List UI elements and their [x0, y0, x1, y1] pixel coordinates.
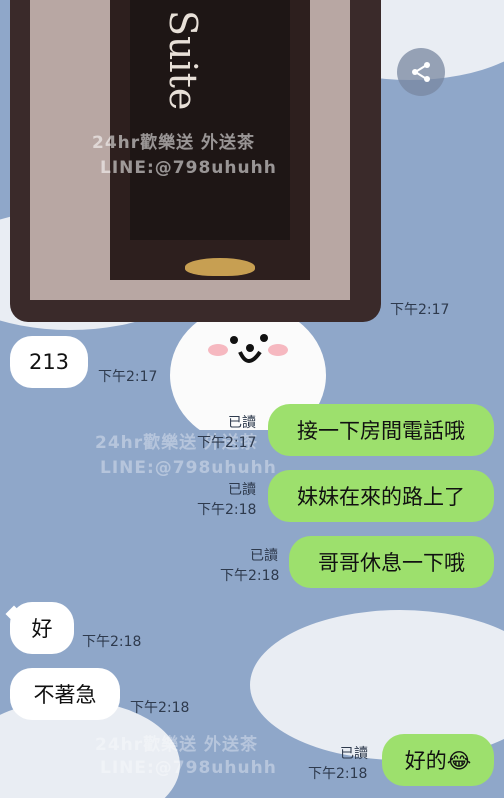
photo-lamp — [185, 258, 255, 276]
incoming-message-bubble[interactable]: 213 — [10, 336, 88, 388]
photo-sign-text: Suite — [161, 10, 205, 111]
message-time: 下午2:17 — [98, 369, 158, 385]
read-receipt: 已讀 — [250, 548, 278, 564]
background-watermark: LINE:@798uhuhh — [100, 758, 277, 778]
message-time: 下午2:18 — [197, 502, 257, 518]
read-receipt: 已讀 — [228, 415, 256, 431]
message-time: 下午2:17 — [390, 302, 450, 318]
message-time: 下午2:18 — [82, 634, 142, 650]
outgoing-message-bubble[interactable]: 妹妹在來的路上了 — [268, 470, 494, 522]
background-watermark: LINE:@798uhuhh — [100, 458, 277, 478]
share-icon — [412, 62, 430, 82]
message-time: 下午2:17 — [197, 435, 257, 451]
message-time: 下午2:18 — [220, 568, 280, 584]
outgoing-message-bubble[interactable]: 接一下房間電話哦 — [268, 404, 494, 456]
incoming-message-bubble[interactable]: 不著急 — [10, 668, 120, 720]
photo-watermark: LINE:@798uhuhh — [100, 158, 277, 178]
image-message[interactable]: Suite 24hr歡樂送 外送茶 LINE:@798uhuhh — [10, 0, 381, 322]
photo-watermark: 24hr歡樂送 外送茶 — [92, 133, 256, 153]
photo-door — [130, 0, 290, 240]
read-receipt: 已讀 — [340, 746, 368, 762]
outgoing-message-bubble[interactable]: 哥哥休息一下哦 — [289, 536, 494, 588]
share-button[interactable] — [397, 48, 445, 96]
message-time: 下午2:18 — [130, 700, 190, 716]
read-receipt: 已讀 — [228, 482, 256, 498]
message-time: 下午2:18 — [308, 766, 368, 782]
incoming-message-bubble[interactable]: 好 — [10, 602, 74, 654]
background-watermark: 24hr歡樂送 外送茶 — [95, 735, 259, 755]
outgoing-message-bubble[interactable]: 好的😂 — [382, 734, 494, 786]
